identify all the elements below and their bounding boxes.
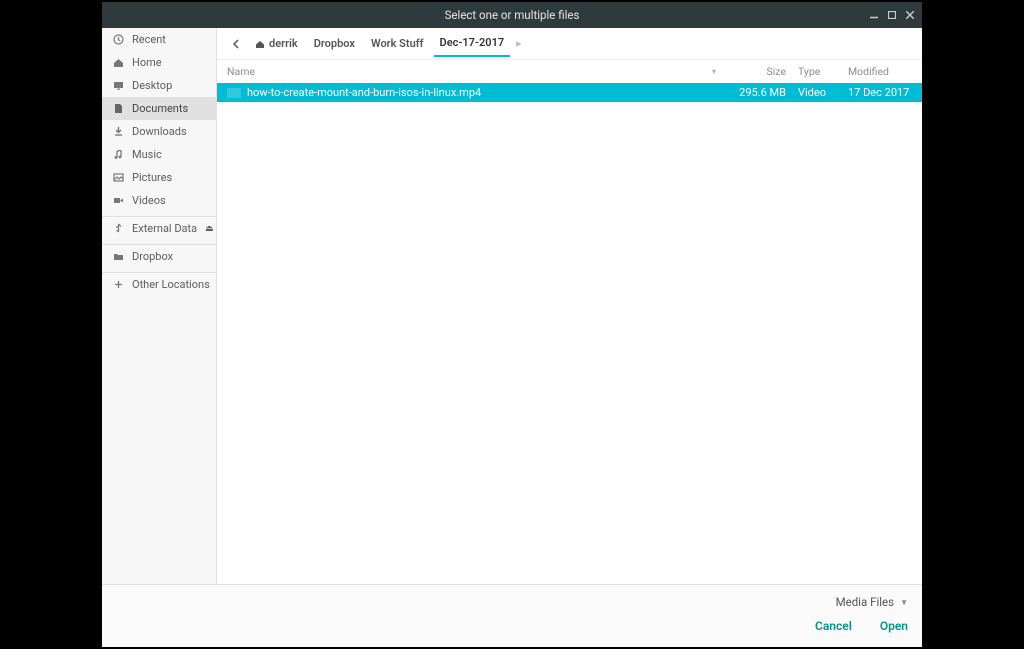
breadcrumb-item[interactable]: Dropbox [308, 31, 361, 56]
breadcrumb-label: derrik [269, 37, 298, 50]
chevron-down-icon: ▼ [900, 598, 908, 607]
sidebar-item-pictures[interactable]: Pictures [102, 166, 216, 189]
open-button[interactable]: Open [880, 619, 908, 633]
music-icon [112, 149, 124, 161]
sidebar-item-label: Home [132, 56, 162, 69]
breadcrumb-item[interactable]: Work Stuff [365, 31, 430, 56]
sidebar-item-other-locations[interactable]: Other Locations [102, 273, 216, 296]
column-header-size[interactable]: Size [722, 63, 792, 80]
column-header-name[interactable]: Name ▾ [217, 63, 722, 80]
file-type: Video [792, 84, 842, 101]
sidebar-item-music[interactable]: Music [102, 143, 216, 166]
sidebar-item-label: Recent [132, 33, 166, 46]
content-area: Recent Home Desktop Documents Downloads [102, 28, 922, 584]
filter-label: Media Files [836, 595, 895, 609]
column-header-type[interactable]: Type [792, 63, 842, 80]
list-header: Name ▾ Size Type Modified [217, 60, 922, 83]
file-modified: 17 Dec 2017 [842, 84, 922, 101]
sidebar-item-desktop[interactable]: Desktop [102, 74, 216, 97]
file-size: 295.6 MB [722, 84, 792, 101]
titlebar: Select one or multiple files [102, 2, 922, 28]
window-body: Recent Home Desktop Documents Downloads [102, 28, 922, 647]
folder-icon [112, 251, 124, 263]
eject-icon[interactable]: ⏏ [205, 224, 214, 234]
column-label: Name [227, 65, 255, 78]
sidebar-item-dropbox[interactable]: Dropbox [102, 245, 216, 268]
sidebar: Recent Home Desktop Documents Downloads [102, 28, 217, 584]
sidebar-item-external-data[interactable]: External Data ⏏ [102, 217, 216, 240]
sidebar-item-label: Pictures [132, 171, 172, 184]
sidebar-item-label: Dropbox [132, 250, 173, 263]
main-panel: derrik Dropbox Work Stuff Dec-17-2017 ▸ … [217, 28, 922, 584]
chevron-right-icon: ▸ [514, 37, 524, 50]
video-icon [112, 195, 124, 207]
sidebar-item-downloads[interactable]: Downloads [102, 120, 216, 143]
breadcrumb-current[interactable]: Dec-17-2017 [434, 30, 511, 57]
file-name: how-to-create-mount-and-burn-isos-in-lin… [247, 86, 481, 99]
sidebar-item-label: Videos [132, 194, 166, 207]
footer: Media Files ▼ Cancel Open [102, 584, 922, 647]
window-controls [868, 9, 916, 21]
window-title: Select one or multiple files [445, 8, 580, 22]
sidebar-item-label: Documents [132, 102, 188, 115]
sidebar-item-home[interactable]: Home [102, 51, 216, 74]
home-icon [112, 57, 124, 69]
cancel-button[interactable]: Cancel [815, 619, 852, 633]
usb-icon [112, 223, 124, 235]
clock-icon [112, 34, 124, 46]
sidebar-item-label: Other Locations [132, 278, 210, 291]
sidebar-item-videos[interactable]: Videos [102, 189, 216, 212]
sidebar-item-label: Downloads [132, 125, 187, 138]
file-list: Name ▾ Size Type Modified how-to-create-… [217, 60, 922, 584]
video-file-icon [227, 88, 241, 98]
back-button[interactable] [227, 35, 245, 53]
file-row[interactable]: how-to-create-mount-and-burn-isos-in-lin… [217, 83, 922, 102]
home-icon [255, 39, 265, 49]
sidebar-item-label: External Data [132, 222, 197, 235]
maximize-button[interactable] [886, 9, 898, 21]
sort-indicator-icon: ▾ [712, 67, 716, 76]
file-chooser-window: Select one or multiple files Recent Home [102, 2, 922, 647]
sidebar-item-documents[interactable]: Documents [102, 97, 216, 120]
sidebar-item-recent[interactable]: Recent [102, 28, 216, 51]
pictures-icon [112, 172, 124, 184]
breadcrumb-home[interactable]: derrik [249, 31, 304, 56]
close-button[interactable] [904, 9, 916, 21]
plus-icon [112, 279, 124, 291]
sidebar-item-label: Desktop [132, 79, 172, 92]
desktop-icon [112, 80, 124, 92]
sidebar-item-label: Music [132, 148, 162, 161]
download-icon [112, 126, 124, 138]
path-bar: derrik Dropbox Work Stuff Dec-17-2017 ▸ [217, 28, 922, 60]
filter-dropdown[interactable]: Media Files ▼ [836, 595, 908, 609]
column-header-modified[interactable]: Modified [842, 63, 922, 80]
minimize-button[interactable] [868, 9, 880, 21]
document-icon [112, 103, 124, 115]
